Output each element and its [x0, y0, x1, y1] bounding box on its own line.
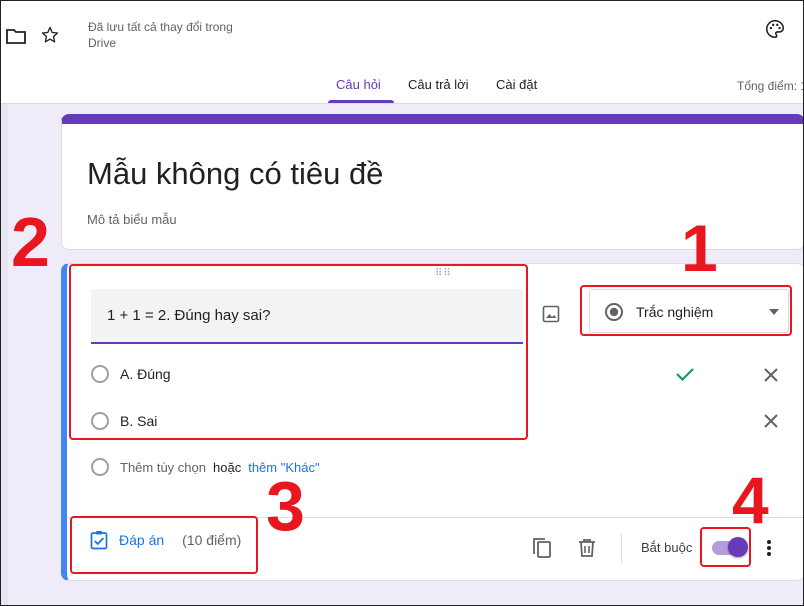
footer-divider	[67, 517, 803, 518]
question-type-label: Trắc nghiệm	[636, 304, 714, 320]
answer-key-label: Đáp án	[119, 532, 165, 548]
form-title[interactable]: Mẫu không có tiêu đề	[87, 156, 383, 192]
folder-icon[interactable]	[5, 25, 27, 47]
required-label: Bắt buộc	[641, 540, 693, 555]
tab-responses[interactable]: Câu trả lời	[408, 77, 469, 92]
star-icon[interactable]	[39, 24, 61, 46]
required-toggle[interactable]	[712, 537, 748, 557]
tab-settings[interactable]: Cài đặt	[496, 77, 537, 92]
option-a-label: A. Đúng	[120, 366, 171, 382]
duplicate-icon[interactable]	[530, 536, 554, 560]
points-value: (10 điểm)	[182, 532, 242, 548]
annotation-number-3: 3	[266, 467, 305, 545]
palette-icon[interactable]	[763, 17, 787, 41]
annotation-number-2: 2	[11, 203, 50, 281]
annotation-number-4: 4	[732, 463, 769, 537]
footer-separator	[621, 534, 622, 564]
saved-status: Đã lưu tất cả thay đổi trong Drive	[88, 20, 233, 50]
chevron-down-icon	[768, 307, 780, 317]
left-strip	[1, 104, 8, 605]
annotation-number-1: 1	[681, 211, 718, 285]
option-b[interactable]: B. Sai	[91, 412, 157, 430]
drag-handle-icon[interactable]: ⠿⠿	[435, 269, 452, 279]
radio-icon	[91, 365, 109, 383]
more-options-icon[interactable]	[759, 536, 779, 560]
form-description-field[interactable]: Mô tả biểu mẫu	[87, 212, 177, 227]
radio-icon	[91, 412, 109, 430]
toggle-knob	[728, 537, 748, 557]
radio-checked-icon	[604, 302, 624, 322]
option-a[interactable]: A. Đúng	[91, 365, 171, 383]
screenshot-frame: Đã lưu tất cả thay đổi trong Drive Câu h…	[0, 0, 804, 606]
add-image-icon[interactable]	[539, 302, 563, 326]
delete-icon[interactable]	[575, 536, 599, 560]
remove-option-a-icon[interactable]	[760, 364, 782, 386]
radio-icon	[91, 458, 109, 476]
question-card[interactable]: ⠿⠿ 1 + 1 = 2. Đúng hay sai? Trắc nghiệm …	[61, 263, 803, 581]
correct-check-icon	[674, 363, 696, 385]
add-option-link[interactable]: Thêm tùy chọn	[120, 460, 206, 475]
tab-questions[interactable]: Câu hỏi	[336, 77, 381, 92]
remove-option-b-icon[interactable]	[760, 410, 782, 432]
option-b-label: B. Sai	[120, 413, 158, 429]
or-text: hoặc	[213, 459, 242, 475]
answer-key-checkbox-icon	[89, 530, 109, 550]
active-tab-indicator	[328, 100, 394, 103]
question-title-field[interactable]: 1 + 1 = 2. Đúng hay sai?	[91, 289, 523, 344]
question-text: 1 + 1 = 2. Đúng hay sai?	[107, 307, 271, 324]
question-type-dropdown[interactable]: Trắc nghiệm	[589, 289, 789, 333]
answer-key-button[interactable]: Đáp án (10 điểm)	[89, 530, 241, 550]
total-points: Tổng điểm: 1	[737, 79, 804, 93]
top-bar: Đã lưu tất cả thay đổi trong Drive Câu h…	[1, 1, 804, 104]
